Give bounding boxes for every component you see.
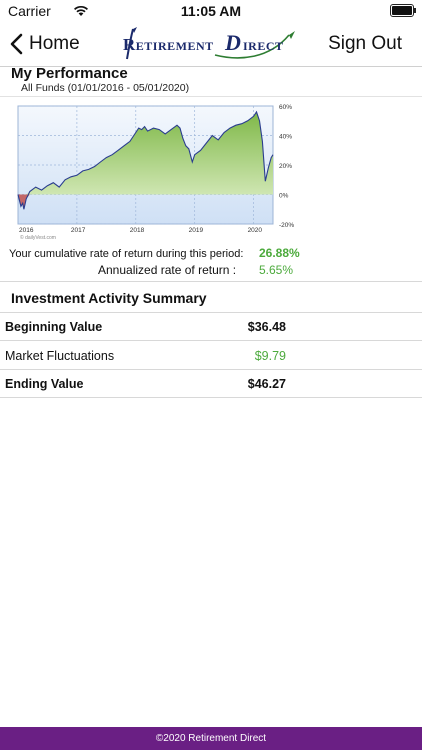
cumulative-return-value: 26.88% (259, 246, 300, 260)
y-tick-label: 60% (279, 104, 292, 111)
y-tick-label: 0% (279, 193, 289, 200)
chart-watermark: © dailyVest.com (20, 234, 56, 241)
summary-row-label: Ending Value (5, 377, 84, 391)
x-tick-label: 2019 (189, 227, 204, 234)
clock: 11:05 AM (180, 3, 242, 19)
battery-icon (390, 4, 416, 17)
logo-initial-d: D (225, 30, 242, 55)
x-tick-label: 2016 (19, 227, 34, 234)
navigation-bar: Home Retirement D irect Sign Out (0, 22, 422, 67)
summary-row-value: $9.79 (254, 349, 286, 363)
x-tick-label: 2020 (248, 227, 263, 234)
status-bar: Carrier 11:05 AM (0, 0, 422, 22)
summary-row-label: Beginning Value (5, 320, 103, 334)
summary-row-label: Market Fluctuations (5, 349, 115, 363)
back-button[interactable]: Home (10, 31, 80, 57)
footer: ©2020 Retirement Direct (0, 727, 422, 750)
x-tick-label: 2018 (130, 227, 145, 234)
y-tick-label: 20% (279, 163, 292, 170)
annualized-return-label: Annualized rate of return : (98, 263, 237, 277)
summary-row-market-fluctuations: Market Fluctuations $9.79 (0, 341, 422, 370)
performance-subtitle: All Funds (01/01/2016 - 05/01/2020) (21, 82, 190, 94)
activity-summary-title: Investment Activity Summary (11, 290, 207, 306)
performance-chart: 60% 40% 20% 0% -20% 2016 2017 2018 2019 2020 © dai… (0, 96, 422, 245)
back-button-label: Home (29, 33, 80, 54)
activity-summary-header: Investment Activity Summary (0, 281, 422, 313)
annualized-return-value: 5.65% (259, 263, 294, 277)
logo-word-direct: irect (243, 35, 284, 54)
logo-word-retirement: Retirement (123, 35, 214, 54)
chevron-left-icon (10, 33, 23, 55)
y-tick-label: 40% (279, 134, 292, 141)
sign-out-button[interactable]: Sign Out (328, 33, 402, 55)
performance-title: My Performance (11, 65, 128, 82)
summary-row-ending-value: Ending Value $46.27 (0, 369, 422, 398)
performance-chart-svg: 60% 40% 20% 0% -20% 2016 2017 2018 2019 2020 © dai… (17, 104, 294, 241)
summary-row-value: $36.48 (247, 320, 286, 334)
y-tick-label: -20% (279, 222, 294, 229)
summary-row-beginning-value: Beginning Value $36.48 (0, 312, 422, 341)
summary-row-value: $46.27 (247, 377, 286, 391)
retirement-direct-logo: Retirement D irect (119, 25, 303, 63)
cumulative-return-label: Your cumulative rate of return during th… (9, 248, 244, 260)
x-tick-label: 2017 (71, 227, 86, 234)
